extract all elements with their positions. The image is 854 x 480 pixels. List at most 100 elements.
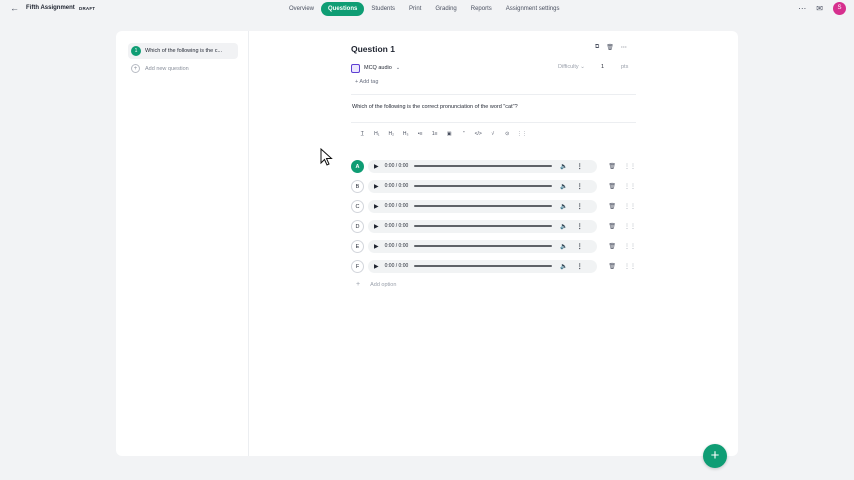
heading-2-icon[interactable]: H₂ — [384, 131, 399, 137]
trash-icon[interactable]: 🗑 — [608, 223, 616, 230]
audio-progress-track[interactable] — [414, 225, 553, 227]
numbered-list-icon[interactable]: 1≡ — [428, 131, 443, 137]
heading-1-icon[interactable]: H₁ — [370, 131, 385, 137]
option-row: B ▶ 0:00 / 0:00 🔈 ⋮ 🗑 ⋮⋮ — [351, 179, 636, 193]
add-fab-button[interactable]: + — [703, 444, 727, 468]
ellipsis-icon[interactable]: ⋯ — [621, 44, 627, 51]
kebab-menu-icon[interactable]: ⋮ — [577, 263, 583, 270]
tab-bar: Overview Questions Students Print Gradin… — [282, 1, 566, 17]
audio-time: 0:00 / 0:00 — [384, 243, 409, 249]
play-icon[interactable]: ▶ — [374, 203, 379, 210]
formatting-toolbar: T̲ H₁ H₂ H₃ •≡ 1≡ ▣ ” </> √ ⊙ ⋮⋮ — [355, 131, 529, 137]
option-letter-e[interactable]: E — [351, 239, 364, 253]
drag-handle-icon[interactable]: ⋮⋮ — [624, 163, 636, 170]
points-label: pts — [621, 64, 629, 70]
tab-print[interactable]: Print — [402, 2, 428, 16]
drag-handle-icon[interactable]: ⋮⋮ — [624, 263, 636, 270]
option-row: C ▶ 0:00 / 0:00 🔈 ⋮ 🗑 ⋮⋮ — [351, 199, 636, 213]
text-style-icon[interactable]: T̲ — [355, 131, 370, 137]
trash-icon[interactable]: 🗑 — [606, 44, 614, 51]
play-icon[interactable]: ▶ — [374, 163, 379, 170]
play-icon[interactable]: ▶ — [374, 243, 379, 250]
question-type-dropdown[interactable]: MCQ audio — [364, 65, 392, 71]
option-row: D ▶ 0:00 / 0:00 🔈 ⋮ 🗑 ⋮⋮ — [351, 219, 636, 233]
audio-progress-track[interactable] — [414, 165, 553, 167]
kebab-menu-icon[interactable]: ⋮ — [577, 163, 583, 170]
question-prompt[interactable]: Which of the following is the correct pr… — [352, 104, 518, 110]
option-letter-a[interactable]: A — [351, 159, 364, 173]
heading-3-icon[interactable]: H₃ — [399, 131, 414, 137]
copy-icon[interactable]: ⧉ — [595, 44, 599, 51]
top-bar: ← Fifth Assignment DRAFT Overview Questi… — [0, 0, 854, 18]
table-icon[interactable]: ⋮⋮ — [515, 131, 530, 137]
add-option-label: Add option — [370, 281, 397, 288]
chevron-down-icon[interactable]: ⌄ — [396, 65, 400, 71]
kebab-menu-icon[interactable]: ⋮ — [577, 183, 583, 190]
option-letter-d[interactable]: D — [351, 219, 364, 233]
drag-handle-icon[interactable]: ⋮⋮ — [624, 243, 636, 250]
audio-progress-track[interactable] — [414, 245, 553, 247]
add-new-question-button[interactable]: + Add new question — [131, 64, 189, 73]
audio-progress-track[interactable] — [414, 185, 553, 187]
trash-icon[interactable]: 🗑 — [608, 183, 616, 190]
bullet-list-icon[interactable]: •≡ — [413, 131, 428, 137]
volume-icon[interactable]: 🔈 — [560, 163, 567, 170]
audio-time: 0:00 / 0:00 — [384, 263, 409, 269]
divider — [351, 122, 636, 123]
status-badge: DRAFT — [79, 5, 96, 11]
top-right-actions: ⋯ ✉ S — [798, 2, 846, 15]
add-option-button[interactable]: + Add option — [356, 281, 396, 288]
difficulty-dropdown[interactable]: Difficulty ⌄ — [558, 64, 585, 70]
audio-player: ▶ 0:00 / 0:00 🔈 ⋮ — [368, 199, 598, 213]
drag-handle-icon[interactable]: ⋮⋮ — [624, 203, 636, 210]
points-input[interactable]: 1 — [601, 64, 604, 70]
drag-handle-icon[interactable]: ⋮⋮ — [624, 223, 636, 230]
volume-icon[interactable]: 🔈 — [560, 263, 567, 270]
divider — [351, 94, 636, 95]
ellipsis-icon[interactable]: ⋯ — [798, 4, 806, 13]
sidebar-item-question-1[interactable]: 1 Which of the following is the c... — [128, 43, 238, 59]
audio-icon[interactable]: ⊙ — [500, 131, 515, 137]
trash-icon[interactable]: 🗑 — [608, 163, 616, 170]
audio-progress-track[interactable] — [414, 205, 553, 207]
kebab-menu-icon[interactable]: ⋮ — [577, 203, 583, 210]
volume-icon[interactable]: 🔈 — [560, 203, 567, 210]
audio-progress-track[interactable] — [414, 265, 553, 267]
question-actions: ⧉ 🗑 ⋯ — [595, 44, 627, 51]
avatar[interactable]: S — [833, 2, 846, 15]
tab-questions[interactable]: Questions — [321, 2, 365, 16]
play-icon[interactable]: ▶ — [374, 223, 379, 230]
play-icon[interactable]: ▶ — [374, 263, 379, 270]
trash-icon[interactable]: 🗑 — [608, 203, 616, 210]
question-meta-row: MCQ audio ⌄ Difficulty ⌄ 1 pts — [351, 62, 636, 74]
volume-icon[interactable]: 🔈 — [560, 183, 567, 190]
tab-overview[interactable]: Overview — [282, 2, 321, 16]
tab-reports[interactable]: Reports — [464, 2, 499, 16]
drag-handle-icon[interactable]: ⋮⋮ — [624, 183, 636, 190]
option-letter-f[interactable]: F — [351, 259, 364, 273]
audio-player: ▶ 0:00 / 0:00 🔈 ⋮ — [368, 259, 598, 273]
kebab-menu-icon[interactable]: ⋮ — [577, 223, 583, 230]
add-tag-button[interactable]: + Add tag — [355, 79, 378, 85]
option-letter-c[interactable]: C — [351, 199, 364, 213]
add-new-question-label: Add new question — [145, 65, 189, 72]
tab-students[interactable]: Students — [364, 2, 402, 16]
tab-grading[interactable]: Grading — [428, 2, 463, 16]
quote-icon[interactable]: ” — [457, 131, 472, 137]
calendar-icon[interactable]: ✉ — [816, 4, 823, 13]
image-icon[interactable]: ▣ — [442, 131, 457, 137]
volume-icon[interactable]: 🔈 — [560, 243, 567, 250]
trash-icon[interactable]: 🗑 — [608, 243, 616, 250]
kebab-menu-icon[interactable]: ⋮ — [577, 243, 583, 250]
tab-assignment-settings[interactable]: Assignment settings — [499, 2, 567, 16]
option-letter-b[interactable]: B — [351, 179, 364, 193]
math-icon[interactable]: √ — [486, 131, 501, 137]
volume-icon[interactable]: 🔈 — [560, 223, 567, 230]
trash-icon[interactable]: 🗑 — [608, 263, 616, 270]
play-icon[interactable]: ▶ — [374, 183, 379, 190]
mouse-cursor-icon — [320, 148, 333, 166]
audio-player: ▶ 0:00 / 0:00 🔈 ⋮ — [368, 179, 598, 193]
back-arrow-icon[interactable]: ← — [10, 3, 19, 13]
audio-player: ▶ 0:00 / 0:00 🔈 ⋮ — [368, 159, 598, 173]
code-icon[interactable]: </> — [471, 131, 486, 137]
